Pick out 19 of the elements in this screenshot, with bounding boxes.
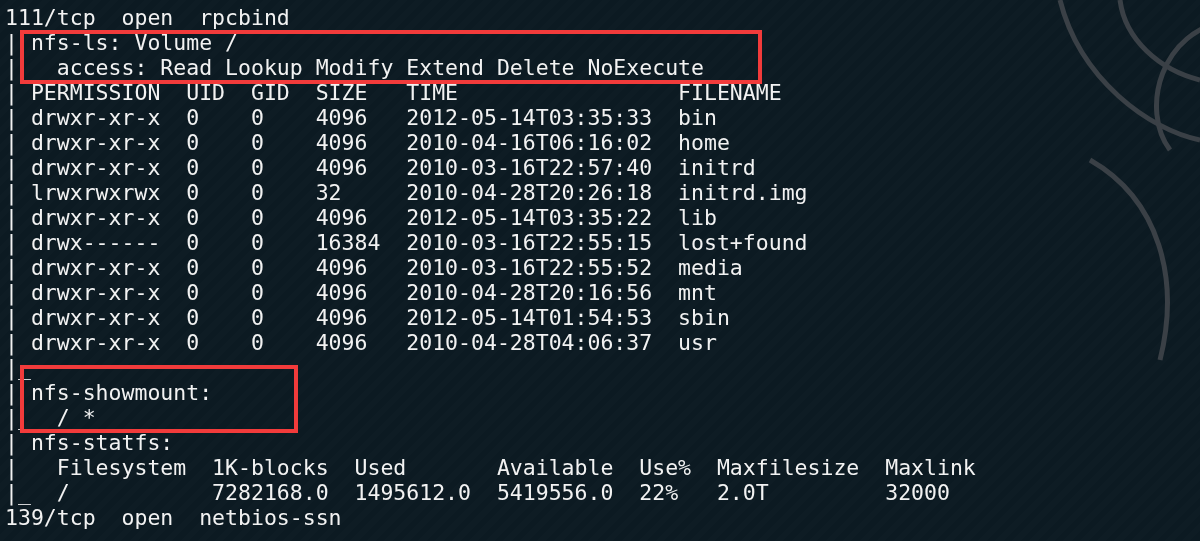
terminal-line: | nfs-showmount: (5, 380, 213, 405)
terminal-line: | nfs-statfs: (5, 430, 174, 455)
terminal-line: | PERMISSION UID GID SIZE TIME FILENAME (5, 80, 782, 105)
terminal-line: | Filesystem 1K-blocks Used Available Use% Maxfilesize Maxlink (5, 455, 976, 480)
terminal-line: | drwxr-xr-x 0 0 4096 2010-03-16T22:57:40 initrd (5, 155, 756, 180)
terminal-line: 111/tcp open rpcbind (5, 5, 290, 30)
terminal-line: | drwx------ 0 0 16384 2010-03-16T22:55:15 lost+found (5, 230, 808, 255)
terminal-line: 139/tcp open netbios-ssn (5, 505, 342, 530)
terminal-line: |_ / 7282168.0 1495612.0 5419556.0 22% 2.0T 32000 (5, 480, 950, 505)
terminal-line: | drwxr-xr-x 0 0 4096 2012-05-14T03:35:33 bin (5, 105, 717, 130)
terminal-line: | lrwxrwxrwx 0 0 32 2010-04-28T20:26:18 initrd.img (5, 180, 808, 205)
terminal-line: | drwxr-xr-x 0 0 4096 2012-05-14T01:54:53 sbin (5, 305, 730, 330)
terminal-line: | drwxr-xr-x 0 0 4096 2012-05-14T03:35:22 lib (5, 205, 717, 230)
terminal-line: | access: Read Lookup Modify Extend Delete NoExecute (5, 55, 704, 80)
terminal-line: | drwxr-xr-x 0 0 4096 2010-03-16T22:55:52 media (5, 255, 743, 280)
terminal-line: | drwxr-xr-x 0 0 4096 2010-04-16T06:16:02 home (5, 130, 730, 155)
terminal-line: | nfs-ls: Volume / (5, 30, 238, 55)
terminal-line: | drwxr-xr-x 0 0 4096 2010-04-28T20:16:56 mnt (5, 280, 717, 305)
terminal-line: | drwxr-xr-x 0 0 4096 2010-04-28T04:06:37 usr (5, 330, 717, 355)
